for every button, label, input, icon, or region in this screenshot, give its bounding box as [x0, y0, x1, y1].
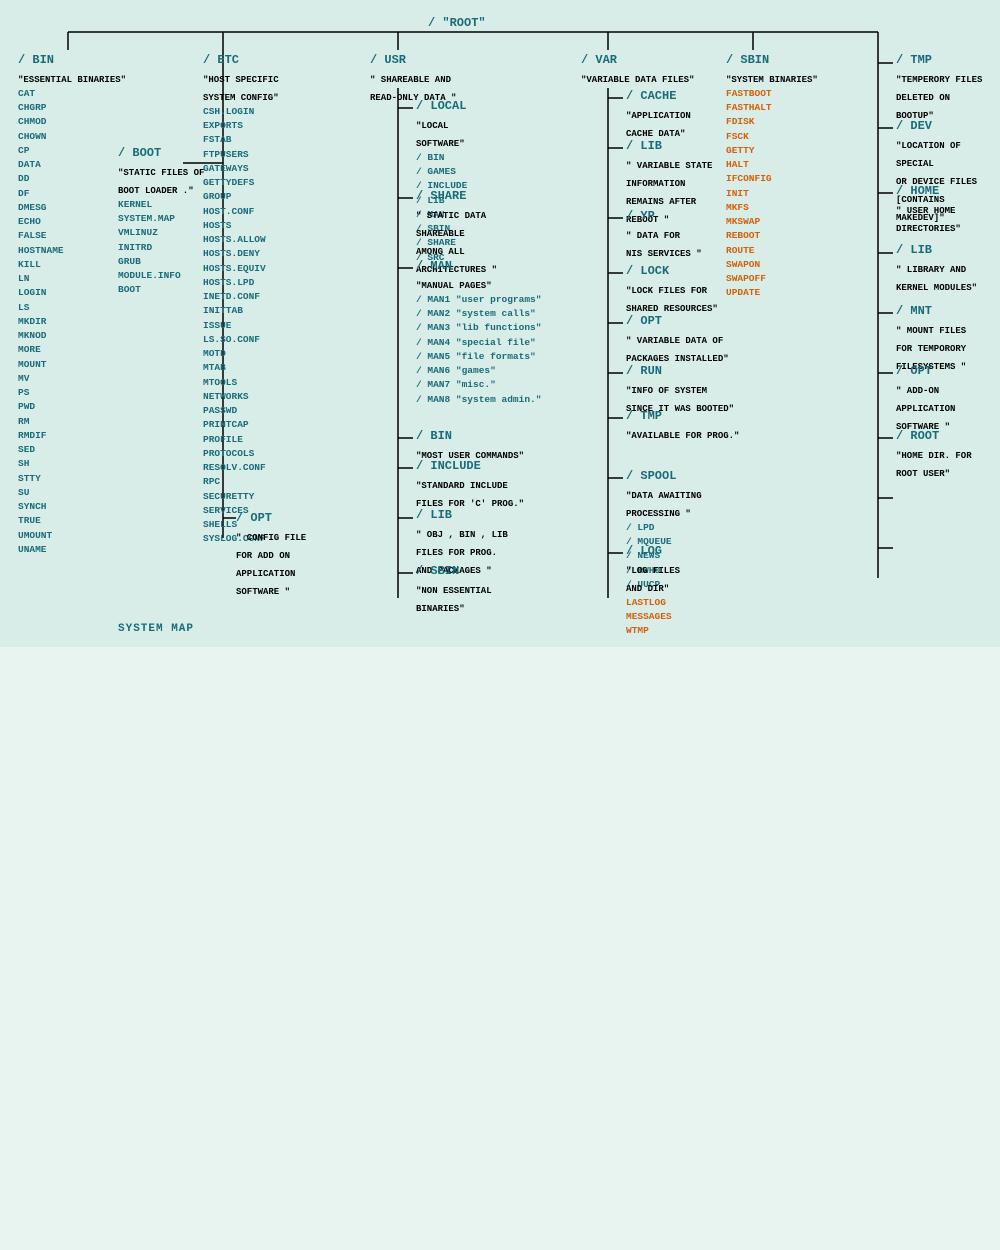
tmp-node: / TMP "TEMPERORY FILESDELETED ON BOOTUP": [896, 50, 988, 123]
var-yp-node: / YP " DATA FORNIS SERVICES ": [626, 206, 702, 261]
var-node: / VAR "VARIABLE DATA FILES": [581, 50, 694, 87]
bin-desc: "ESSENTIAL BINARIES": [18, 75, 126, 85]
bin-header: / BIN: [18, 53, 54, 67]
usr-header: / USR: [370, 53, 406, 67]
opt-node: / OPT " ADD-ON APPLICATIONSOFTWARE ": [896, 361, 988, 434]
bin-item: CAT: [18, 87, 126, 101]
usr-man-node: / MAN "MANUAL PAGES" / MAN1 "user progra…: [416, 256, 541, 407]
boot-header: / BOOT: [118, 146, 161, 160]
bin-node: / BIN "ESSENTIAL BINARIES" CAT CHGRP CHM…: [18, 50, 126, 557]
var-cache-node: / CACHE "APPLICATIONCACHE DATA": [626, 86, 691, 141]
root-header: / "ROOT": [428, 16, 486, 30]
lib-node: / LIB " LIBRARY ANDKERNEL MODULES": [896, 240, 977, 295]
var-header: / VAR: [581, 53, 617, 67]
var-log-node: / LOG "LOG FILESAND DIR" LASTLOG MESSAGE…: [626, 541, 680, 639]
usr-include-node: / INCLUDE "STANDARD INCLUDEFILES FOR 'C'…: [416, 456, 524, 511]
home-node: / HOME " USER HOMEDIRECTORIES": [896, 181, 961, 236]
etc-header: / ETC: [203, 53, 239, 67]
boot-node: / BOOT "STATIC FILES OFBOOT LOADER ." KE…: [118, 143, 204, 298]
root-dir-node: / ROOT "HOME DIR. FORROOT USER": [896, 426, 972, 481]
sbin-header: / SBIN: [726, 53, 769, 67]
root-node: / "ROOT": [428, 13, 486, 32]
var-lock-node: / LOCK "LOCK FILES FORSHARED RESOURCES": [626, 261, 718, 316]
page: / "ROOT" / BIN "ESSENTIAL BINARIES" CAT …: [0, 0, 1000, 647]
usr-sbin-node: / SBIN "NON ESSENTIALBINARIES": [416, 561, 492, 616]
sysmap-bottom-label: SYSTEM MAP: [118, 618, 194, 636]
etc-opt-node: / OPT " CONFIG FILEFOR ADD ONAPPLICATION…: [236, 508, 306, 599]
etc-node: / ETC "HOST SPECIFICSYSTEM CONFIG" CSH.L…: [203, 50, 279, 547]
var-opt-node: / OPT " VARIABLE DATA OFPACKAGES INSTALL…: [626, 311, 729, 366]
full-layout: / "ROOT" / BIN "ESSENTIAL BINARIES" CAT …: [8, 8, 988, 638]
sbin-node: / SBIN "SYSTEM BINARIES" FASTBOOT FASTHA…: [726, 50, 818, 301]
var-tmp-node: / TMP "AVAILABLE FOR PROG.": [626, 406, 739, 443]
